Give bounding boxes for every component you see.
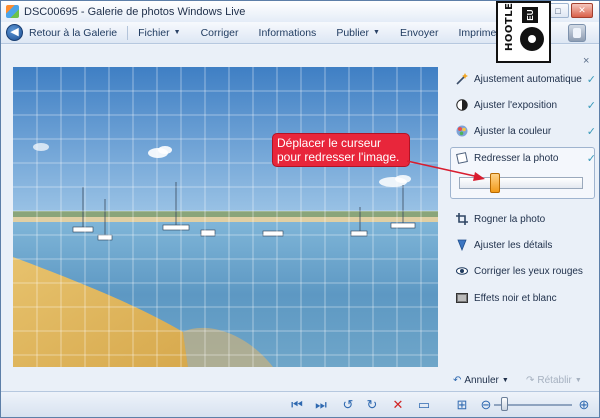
slideshow-icon[interactable]: ▭	[415, 396, 433, 414]
crop-icon	[456, 213, 468, 225]
redo-icon: ↷	[526, 375, 535, 386]
close-button[interactable]: ✕	[571, 3, 593, 18]
rotate-left-icon[interactable]: ↺	[339, 396, 357, 414]
instruction-callout: Déplacer le curseur pour redresser l'ima…	[272, 133, 410, 167]
straighten-slider[interactable]	[459, 177, 583, 189]
straighten-slider-thumb[interactable]	[489, 173, 500, 193]
tool-black-white[interactable]: Effets noir et blanc	[456, 288, 594, 308]
check-icon: ✓	[586, 125, 596, 138]
red-eye-icon	[456, 267, 468, 275]
straighten-icon	[456, 152, 468, 164]
zoom-out-icon[interactable]: ⊖	[477, 396, 495, 414]
exposure-icon	[456, 99, 468, 111]
menu-fichier[interactable]: Fichier ▼	[128, 27, 190, 39]
tool-straighten[interactable]: Redresser la photo ✓	[456, 148, 596, 168]
color-palette-icon	[456, 125, 468, 137]
tool-color-label: Ajuster la couleur	[474, 125, 552, 137]
menu-publier-label: Publier	[336, 26, 369, 39]
tool-crop-label: Rogner la photo	[474, 213, 546, 225]
next-photo-icon[interactable]: ⏭	[312, 396, 330, 414]
chevron-down-icon: ▼	[574, 377, 582, 384]
tool-black-white-label: Effets noir et blanc	[474, 292, 557, 304]
zoom-slider-thumb[interactable]	[501, 397, 509, 411]
undo-label: Annuler	[464, 375, 499, 386]
tool-red-eye[interactable]: Corriger les yeux rouges	[456, 261, 594, 281]
menu-imprimer-label: Imprimer	[458, 26, 500, 39]
tool-auto-adjust-label: Ajustement automatique	[474, 73, 582, 85]
hootle-logo-mark	[520, 27, 544, 51]
back-to-gallery-label: Retour à la Galerie	[29, 26, 118, 39]
tool-exposure[interactable]: Ajuster l'exposition ✓	[456, 95, 596, 115]
panel-close-icon[interactable]: ×	[583, 55, 589, 67]
menu-corriger-label: Corriger	[200, 26, 239, 39]
rotate-right-icon[interactable]: ↻	[363, 396, 381, 414]
tool-exposure-label: Ajuster l'exposition	[474, 99, 558, 111]
back-to-gallery-button[interactable]: Retour à la Galerie	[23, 27, 127, 39]
fit-window-icon[interactable]: ⊞	[453, 396, 471, 414]
photo-image	[13, 67, 438, 367]
menu-fichier-label: Fichier	[138, 26, 170, 39]
first-photo-icon[interactable]: ⏮	[288, 396, 306, 414]
zoom-in-icon[interactable]: ⊕	[575, 396, 593, 414]
tool-details-label: Ajuster les détails	[474, 239, 553, 251]
hootle-logo-text: HOOTLE	[504, 2, 515, 51]
chevron-down-icon: ▼	[373, 29, 380, 36]
magic-wand-icon	[456, 73, 468, 85]
menu-envoyer[interactable]: Envoyer	[390, 27, 449, 39]
menu-informations-label: Informations	[258, 26, 317, 39]
undo-icon: ↶	[453, 375, 462, 386]
menu-informations[interactable]: Informations	[249, 27, 327, 39]
photo-gallery-app-icon	[6, 5, 19, 18]
tool-straighten-label: Redresser la photo	[474, 152, 559, 164]
redo-label: Rétablir	[537, 375, 572, 386]
tool-auto-adjust[interactable]: Ajustement automatique ✓	[456, 69, 596, 89]
hootle-logo-eu: EU	[522, 7, 538, 23]
chevron-down-icon: ▼	[173, 29, 181, 36]
window-title: DSC00695 - Galerie de photos Windows Liv…	[24, 5, 246, 18]
delete-icon[interactable]: ✕	[389, 396, 407, 414]
menu-corriger[interactable]: Corriger	[191, 27, 249, 39]
undo-button[interactable]: ↶ Annuler ▼	[453, 375, 509, 386]
app-window: DSC00695 - Galerie de photos Windows Liv…	[0, 0, 600, 418]
redo-button[interactable]: ↷ Rétablir ▼	[526, 375, 582, 386]
tool-color[interactable]: Ajuster la couleur ✓	[456, 121, 596, 141]
tool-crop[interactable]: Rogner la photo	[456, 209, 594, 229]
tool-details[interactable]: Ajuster les détails	[456, 235, 594, 255]
check-icon: ✓	[586, 152, 596, 165]
photo-canvas[interactable]	[13, 67, 438, 367]
tool-red-eye-label: Corriger les yeux rouges	[474, 265, 583, 277]
check-icon: ✓	[586, 99, 596, 112]
details-icon	[457, 239, 467, 251]
black-white-icon	[456, 293, 468, 303]
help-icon[interactable]	[568, 24, 586, 42]
chevron-down-icon: ▼	[501, 377, 509, 384]
menu-envoyer-label: Envoyer	[399, 26, 439, 39]
check-icon: ✓	[586, 73, 596, 86]
back-arrow-icon[interactable]: ◀	[6, 24, 23, 41]
menu-publier[interactable]: Publier ▼	[326, 27, 390, 39]
hootle-logo: EU HOOTLE	[496, 1, 551, 63]
bottom-toolbar: ⏮ ⏭ ↺ ↻ ✕ ▭ ⊞ ⊖ ⊕	[1, 391, 599, 417]
